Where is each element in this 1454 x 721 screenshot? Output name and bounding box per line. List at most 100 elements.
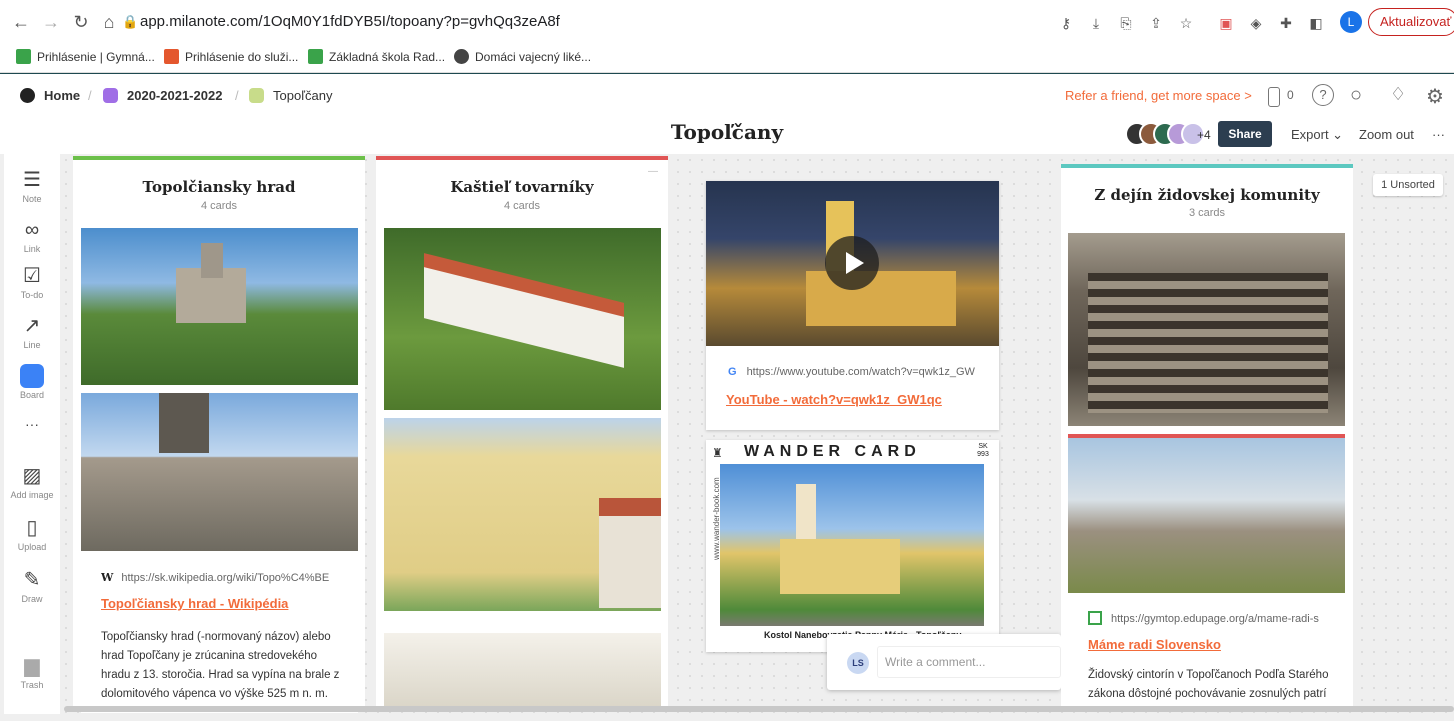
wander-card-side-text: www.wander-book.com [712,477,721,560]
draw-tool[interactable]: ✎ Draw [4,568,60,604]
web-icon [454,49,469,64]
link-url: https://gymtop.edupage.org/a/mame-radi-s [1088,611,1348,625]
wander-card[interactable]: WANDER CARD SK 993 ♜ www.wander-book.com… [706,440,999,652]
breadcrumb-home[interactable]: Home [20,88,80,103]
link-title[interactable]: YouTube - watch?v=qwk1z_GW1qc [726,392,942,407]
castle-tower [201,243,223,278]
office-icon [164,49,179,64]
wander-card-brand: WANDER CARD [744,443,921,460]
cemetery-image[interactable] [1068,434,1345,593]
export-button[interactable]: Export ⌄ [1291,127,1343,143]
link-icon: ∞ [24,219,40,241]
zoom-out-button[interactable]: Zoom out [1359,127,1414,142]
image-icon: ▨ [22,465,42,487]
bookmark-item[interactable]: Domáci vajecný liké... [454,49,591,64]
upload-tool[interactable]: ▯ Upload [4,516,60,552]
church-video-thumbnail[interactable] [706,181,999,346]
extension-icon[interactable]: ▣ [1216,13,1236,33]
bookmark-item[interactable]: Základná škola Rad... [308,49,445,64]
translate-icon[interactable]: ⎘ [1116,13,1136,33]
board-tool[interactable]: Board [4,364,60,400]
reload-icon[interactable]: ↻ [70,10,92,34]
link-tool[interactable]: ∞ Link [4,218,60,254]
more-icon: ··· [25,416,39,432]
wander-card-number: SK 993 [977,443,989,458]
link-card[interactable]: Whttps://sk.wikipedia.org/wiki/Topo%C4%B… [81,551,358,713]
line-icon: ↗ [23,315,41,337]
profile-avatar[interactable]: L [1340,11,1362,33]
back-icon[interactable]: ← [10,10,32,34]
manor-facade-image[interactable] [384,418,661,611]
bookmark-item[interactable]: Prihlásenie do služi... [164,49,298,64]
more-menu-button[interactable]: ··· [1432,127,1445,142]
puzzle-icon[interactable]: ✚ [1276,13,1296,33]
more-tools-button[interactable]: ··· [4,412,60,436]
avatar: LS [847,652,869,674]
breadcrumb-current[interactable]: Topoľčany [249,88,332,103]
key-icon[interactable]: ⚷ [1056,13,1076,33]
board-color-icon [103,88,118,103]
bell-icon[interactable]: ♢ [1390,84,1406,105]
column-title: Topolčiansky hrad [142,178,296,196]
forward-icon[interactable]: → [40,10,62,34]
castle-ruin-image[interactable] [81,393,358,551]
home-icon[interactable]: ⌂ [98,10,120,34]
app-header: Home / 2020-2021-2022 / Topoľčany Refer … [0,74,1454,154]
column-topolciansky-hrad[interactable]: Topolčiansky hrad 4 cards Whttps://sk.wi… [73,156,365,713]
link-title[interactable]: Máme radi Slovensko [1088,637,1221,652]
old-postcard-image[interactable] [384,633,661,712]
help-icon[interactable]: ? [1312,84,1334,106]
church-postcard-image[interactable] [720,464,984,626]
gear-icon[interactable]: ⚙ [1426,84,1444,109]
synagogue-image[interactable] [1068,233,1345,426]
horizontal-scrollbar[interactable] [64,706,1454,712]
edupage-icon [308,49,323,64]
comment-input[interactable]: Write a comment... [885,655,985,669]
church-body [806,271,956,326]
storage-icon[interactable] [1268,87,1280,107]
column-kastiel-tovarniky[interactable]: Kaštieľ tovarníky 4 cards — [376,156,668,712]
milanote-logo-icon [20,88,35,103]
search-icon[interactable]: ○ [1350,84,1362,107]
youtube-card[interactable]: Ghttps://www.youtube.com/watch?v=qwk1z_G… [706,181,999,430]
board-color-icon [249,88,264,103]
manor-roof [599,498,661,516]
column-count: 4 cards [200,200,238,212]
comment-box[interactable]: LS Write a comment... [827,634,1061,690]
link-title[interactable]: Topoľčiansky hrad - Wikipédia [101,596,288,611]
line-tool[interactable]: ↗ Line [4,314,60,350]
lock-icon[interactable]: 🔒 [122,14,138,30]
edupage-icon [16,49,31,64]
sidepanel-icon[interactable]: ◧ [1306,13,1326,33]
link-url: Ghttps://www.youtube.com/watch?v=qwk1z_G… [728,366,975,378]
google-icon: G [728,366,737,378]
play-icon[interactable] [825,236,879,290]
board-icon [20,364,44,388]
manor-wing [599,508,661,608]
address-bar[interactable]: app.milanote.com/1OqM0Y1fdDYB5I/topoany?… [140,13,560,30]
trash-tool[interactable]: ▆ Trash [4,654,60,690]
note-tool[interactable]: ☰ Note [4,168,60,204]
manor-aerial-image[interactable] [384,228,661,410]
install-icon[interactable]: ⤓ [1086,13,1106,33]
bookmark-star-icon[interactable]: ☆ [1176,13,1196,33]
column-count: 3 cards [1188,207,1226,219]
add-image-tool[interactable]: ▨ Add image [4,464,60,500]
share-button[interactable]: Share [1218,121,1272,147]
column-zidovska-komunita[interactable]: Z dejín židovskej komunity 3 cards https… [1061,164,1353,710]
share-page-icon[interactable]: ⇪ [1146,13,1166,33]
trash-icon: ▆ [24,655,40,677]
bookmarks-bar: Prihlásenie | Gymná... Prihlásenie do sl… [0,43,1454,73]
todo-tool[interactable]: ☑ To-do [4,264,60,300]
refer-link[interactable]: Refer a friend, get more space > [1065,88,1252,103]
more-collaborators[interactable]: +4 [1197,128,1211,142]
extension-icon[interactable]: ◈ [1246,13,1266,33]
church-body [780,539,900,594]
bookmark-item[interactable]: Prihlásenie | Gymná... [16,49,155,64]
ruin-tower [159,393,209,453]
castle-image[interactable] [81,228,358,385]
unsorted-badge[interactable]: 1 Unsorted [1373,174,1443,196]
column-menu-icon[interactable]: — [648,166,658,177]
update-button[interactable]: Aktualizovať [1368,8,1454,36]
breadcrumb-board[interactable]: 2020-2021-2022 [103,88,222,103]
